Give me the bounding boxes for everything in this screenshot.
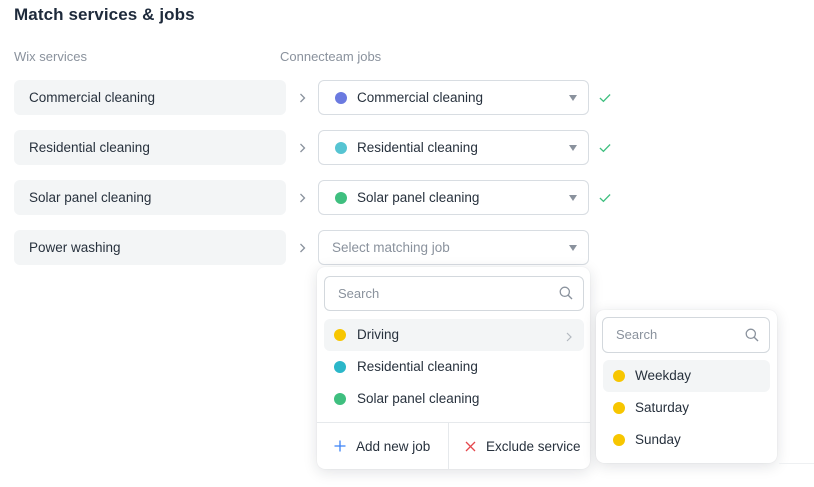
check-icon [599, 130, 611, 165]
job-dropdown-menu: Search Driving Residential cleaning Sola… [317, 267, 590, 469]
service-commercial-cleaning: Commercial cleaning [14, 80, 286, 115]
submenu-option-sunday[interactable]: Sunday [603, 424, 770, 456]
chevron-right-icon [297, 130, 307, 165]
job-color-dot [334, 393, 346, 405]
dropdown-option-driving[interactable]: Driving [324, 319, 584, 351]
job-select-label: Solar panel cleaning [357, 190, 480, 205]
chevron-right-icon [297, 80, 307, 115]
job-color-dot [334, 329, 346, 341]
caret-down-icon [569, 245, 577, 251]
job-select-commercial-cleaning[interactable]: Commercial cleaning [318, 80, 589, 115]
job-color-dot [334, 361, 346, 373]
exclude-service-button[interactable]: Exclude service [465, 423, 581, 469]
dropdown-option-residential-cleaning[interactable]: Residential cleaning [324, 351, 584, 383]
chevron-right-icon [297, 230, 307, 265]
check-icon [599, 180, 611, 215]
job-color-dot [335, 192, 347, 204]
option-label: Weekday [635, 368, 692, 383]
option-label: Sunday [635, 432, 681, 447]
job-select-power-washing[interactable]: Select matching job [318, 230, 589, 265]
search-icon [745, 328, 759, 347]
option-label: Driving [357, 327, 400, 342]
check-icon [599, 80, 611, 115]
divider [448, 422, 449, 469]
job-color-dot [335, 92, 347, 104]
option-label: Saturday [635, 400, 690, 415]
job-select-label: Commercial cleaning [357, 90, 484, 105]
add-new-job-button[interactable]: Add new job [334, 423, 430, 469]
job-select-solar-panel-cleaning[interactable]: Solar panel cleaning [318, 180, 589, 215]
plus-icon [334, 440, 346, 452]
submenu-option-saturday[interactable]: Saturday [603, 392, 770, 424]
divider [779, 463, 814, 464]
dropdown-option-solar-panel-cleaning[interactable]: Solar panel cleaning [324, 383, 584, 415]
search-placeholder: Search [338, 286, 380, 301]
job-select-label: Residential cleaning [357, 140, 478, 155]
job-search-input[interactable]: Search [324, 276, 584, 311]
exclude-service-label: Exclude service [486, 438, 581, 454]
driving-submenu: Search Weekday Saturday Sunday [596, 310, 777, 463]
search-placeholder: Search [616, 327, 658, 342]
job-select-residential-cleaning[interactable]: Residential cleaning [318, 130, 589, 165]
search-icon [559, 286, 573, 305]
job-color-dot [613, 402, 625, 414]
chevron-right-icon [297, 180, 307, 215]
service-residential-cleaning: Residential cleaning [14, 130, 286, 165]
option-label: Solar panel cleaning [357, 391, 480, 406]
job-select-placeholder: Select matching job [332, 240, 450, 255]
caret-down-icon [569, 195, 577, 201]
add-new-job-label: Add new job [356, 438, 431, 454]
service-solar-panel-cleaning: Solar panel cleaning [14, 180, 286, 215]
column-header-wix-services: Wix services [14, 49, 87, 64]
chevron-right-icon [566, 330, 572, 345]
caret-down-icon [569, 145, 577, 151]
page-title: Match services & jobs [14, 5, 195, 24]
option-label: Residential cleaning [357, 359, 478, 374]
submenu-option-weekday[interactable]: Weekday [603, 360, 770, 392]
job-color-dot [613, 434, 625, 446]
column-header-connecteam-jobs: Connecteam jobs [280, 49, 382, 64]
job-color-dot [335, 142, 347, 154]
service-power-washing: Power washing [14, 230, 286, 265]
submenu-search-input[interactable]: Search [602, 317, 770, 353]
caret-down-icon [569, 95, 577, 101]
close-icon [465, 441, 476, 451]
job-color-dot [613, 370, 625, 382]
